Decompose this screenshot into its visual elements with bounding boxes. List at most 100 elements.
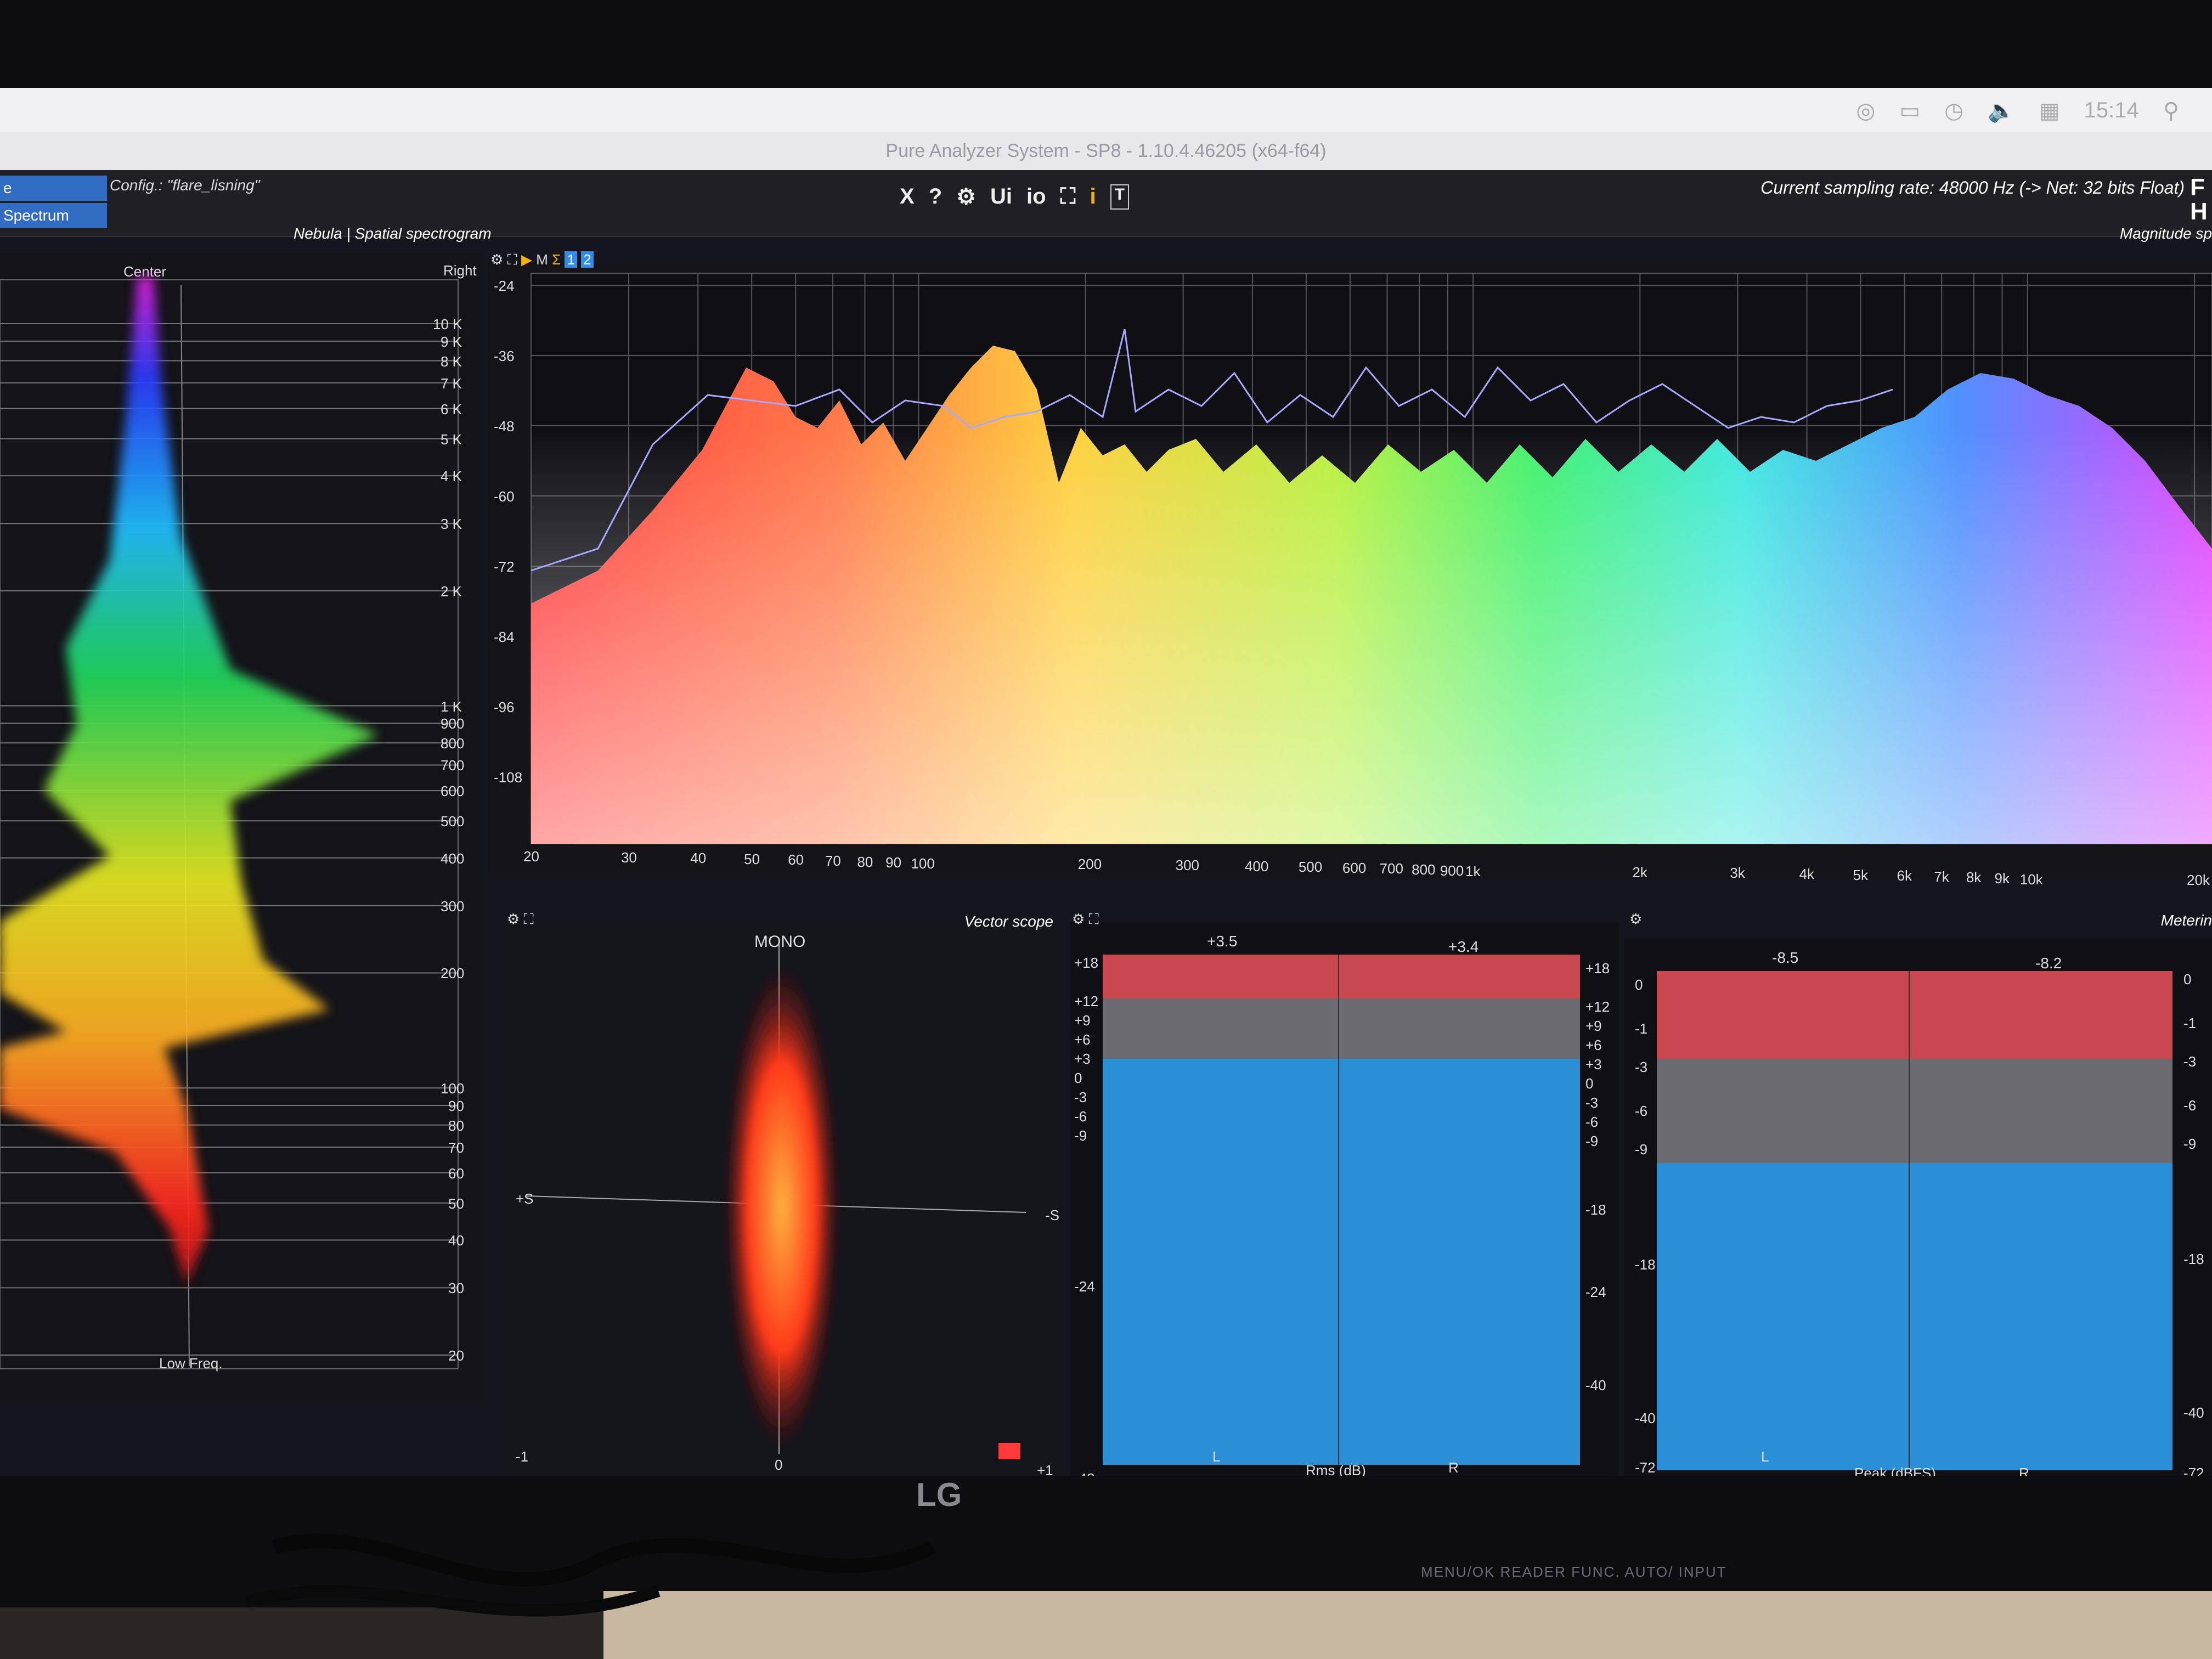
peak-right-tick: -18 [2183,1251,2204,1267]
spectrum-freq-tick: 20k [2187,872,2210,889]
rms-right-tick: -40 [1585,1377,1606,1393]
nebula-freq-tick: 400 [441,850,465,867]
spectrum-db-tick: -60 [494,488,515,505]
spectrum-freq-tick: 4k [1799,866,1815,882]
rms-left-tick: +9 [1074,1012,1091,1029]
io-button[interactable]: io [1026,184,1046,210]
sampling-rate: Current sampling rate: 48000 Hz (-> Net:… [1760,178,2185,198]
spectrum-db-tick: -108 [494,769,523,786]
vector-zero: 0 [775,1457,783,1473]
nebula-freq-tick: 5 K [441,431,462,448]
spectrum-db-tick: -36 [494,348,515,364]
spectrum-freq-tick: 700 [1379,860,1403,877]
peak-right-tick: -6 [2183,1097,2197,1114]
nebula-freq-tick: 200 [441,965,465,982]
rms-channel-left: L [1212,1448,1221,1465]
spectrum-freq-tick: 30 [620,849,637,866]
rms-right-tick: +12 [1585,998,1610,1015]
left-tab-spectrum[interactable]: Spectrum [0,203,107,228]
nebula-freq-tick: 90 [448,1097,464,1114]
spectrum-freq-tick: 7k [1934,868,1949,885]
search-icon[interactable]: ⚲ [2163,98,2179,123]
spectrum-freq-tick: 8k [1966,869,1982,886]
volume-icon[interactable]: 🔈 [1988,98,2015,123]
peak-right-tick: -3 [2183,1053,2197,1070]
rms-left-tick: +18 [1074,955,1099,971]
rms-left-tick: 0 [1074,1070,1082,1086]
peak-left-tick: 0 [1635,977,1643,993]
spectrum-freq-tick: 300 [1175,857,1200,873]
monitor-bezel: ◎ ▭ ◷ 🔈 ▦ 15:14 ⚲ Pure Analyzer System -… [0,0,2212,1607]
brand-logo: FH [2190,174,2208,225]
vector-cloud [724,966,839,1448]
nebula-freq-tick: 700 [441,757,465,774]
airplay-icon[interactable]: ▭ [1899,98,1920,123]
rms-right-tick: -9 [1585,1133,1599,1149]
window-title-bar: Pure Analyzer System - SP8 - 1.10.4.4620… [0,132,2212,170]
spectrum-freq-tick: 400 [1244,857,1269,874]
left-tab-1[interactable]: e [0,176,107,201]
spectrum-freq-tick: 5k [1853,866,1868,883]
nebula-low-freq-label: Low Freq. [159,1355,223,1372]
sync-icon[interactable]: ◎ [1856,98,1875,123]
flag-icon[interactable]: ▦ [2039,98,2060,123]
rms-channel-right: R [1448,1459,1459,1476]
nebula-freq-tick: 1 K [441,698,462,715]
vector-minus-s: -S [1045,1207,1059,1223]
rms-left-tick: -48 [1074,1470,1095,1476]
spectrum-freq-tick: 100 [911,855,935,872]
spectrum-freq-tick: 50 [744,850,760,867]
text-button[interactable]: T [1110,184,1129,210]
rms-left-tick: +3 [1074,1051,1091,1067]
nebula-freq-tick: 900 [441,715,465,732]
spectrum-freq-tick: 900 [1440,862,1464,879]
close-button[interactable]: X [900,184,915,210]
nebula-freq-tick: 600 [441,783,465,800]
spectrum-freq-tick: 20 [523,848,539,865]
nebula-freq-tick: 100 [441,1080,465,1097]
spectrum-freq-tick: 10k [2019,871,2043,888]
rms-left-tick: +12 [1074,993,1099,1009]
time-machine-icon[interactable]: ◷ [1944,98,1963,123]
spectrum-freq-tick: 1k [1465,863,1481,880]
metering-title: Meterin [2160,912,2212,929]
spectrum-panel: ⚙ ⛶ ▶ M Σ 1 2 -24 -36 -48 -60 -72 -84 -9… [488,251,2212,888]
nebula-freq-tick: 8 K [441,353,462,370]
spectrum-db-tick: -48 [494,418,515,435]
nebula-freq-tick: 70 [448,1139,464,1156]
spectrum-freq-tick: 800 [1412,861,1436,878]
peak-right-tick: -9 [2183,1136,2197,1152]
spectrum-freq-tick: 60 [788,851,804,868]
spectrum-db-tick: -72 [494,558,515,575]
nebula-freq-tick: 2 K [441,583,462,600]
rms-right-tick: -3 [1585,1094,1599,1111]
peak-left-tick: -9 [1635,1141,1648,1158]
peak-channel-right: R [2019,1465,2029,1476]
peak-channel-left: L [1761,1448,1769,1465]
rms-left-tick: -3 [1074,1089,1087,1105]
nebula-freq-tick: 500 [441,813,465,830]
info-button[interactable]: i [1090,184,1096,210]
rms-right-tick: -24 [1585,1284,1606,1300]
rms-right-tick: 0 [1585,1075,1594,1092]
rms-meter-panel: ⚙ ⛶ +3.5 +3.4 +18+12+9+6+30-3-6-9-24-48+… [1070,911,1618,1476]
cables [245,1533,936,1617]
vector-plus-one: +1 [1037,1462,1053,1476]
fullscreen-icon[interactable]: ⛶ [1060,184,1076,210]
vector-plus-s: +S [516,1190,534,1207]
screen: ◎ ▭ ◷ 🔈 ▦ 15:14 ⚲ Pure Analyzer System -… [0,88,2212,1476]
os-menu-bar: ◎ ▭ ◷ 🔈 ▦ 15:14 ⚲ [0,88,2212,132]
nebula-freq-tick: 20 [448,1347,464,1364]
help-button[interactable]: ? [929,184,942,210]
window-title: Pure Analyzer System - SP8 - 1.10.4.4620… [885,140,1327,161]
peak-right-tick: 0 [2183,971,2192,988]
settings-icon[interactable]: ⚙ [956,184,976,210]
clock[interactable]: 15:14 [2084,98,2139,123]
settings-icon[interactable]: ⚙ [1629,911,1642,928]
ui-button[interactable]: Ui [990,184,1012,210]
spectrum-title: Magnitude sp [2119,225,2212,242]
spectrum-freq-tick: 3k [1730,865,1745,882]
vector-plot [526,944,1026,1459]
vector-minus-one: -1 [516,1448,529,1465]
analyzer-app: e Spectrum Config.: "flare_lisning" X ? … [0,170,2212,1476]
